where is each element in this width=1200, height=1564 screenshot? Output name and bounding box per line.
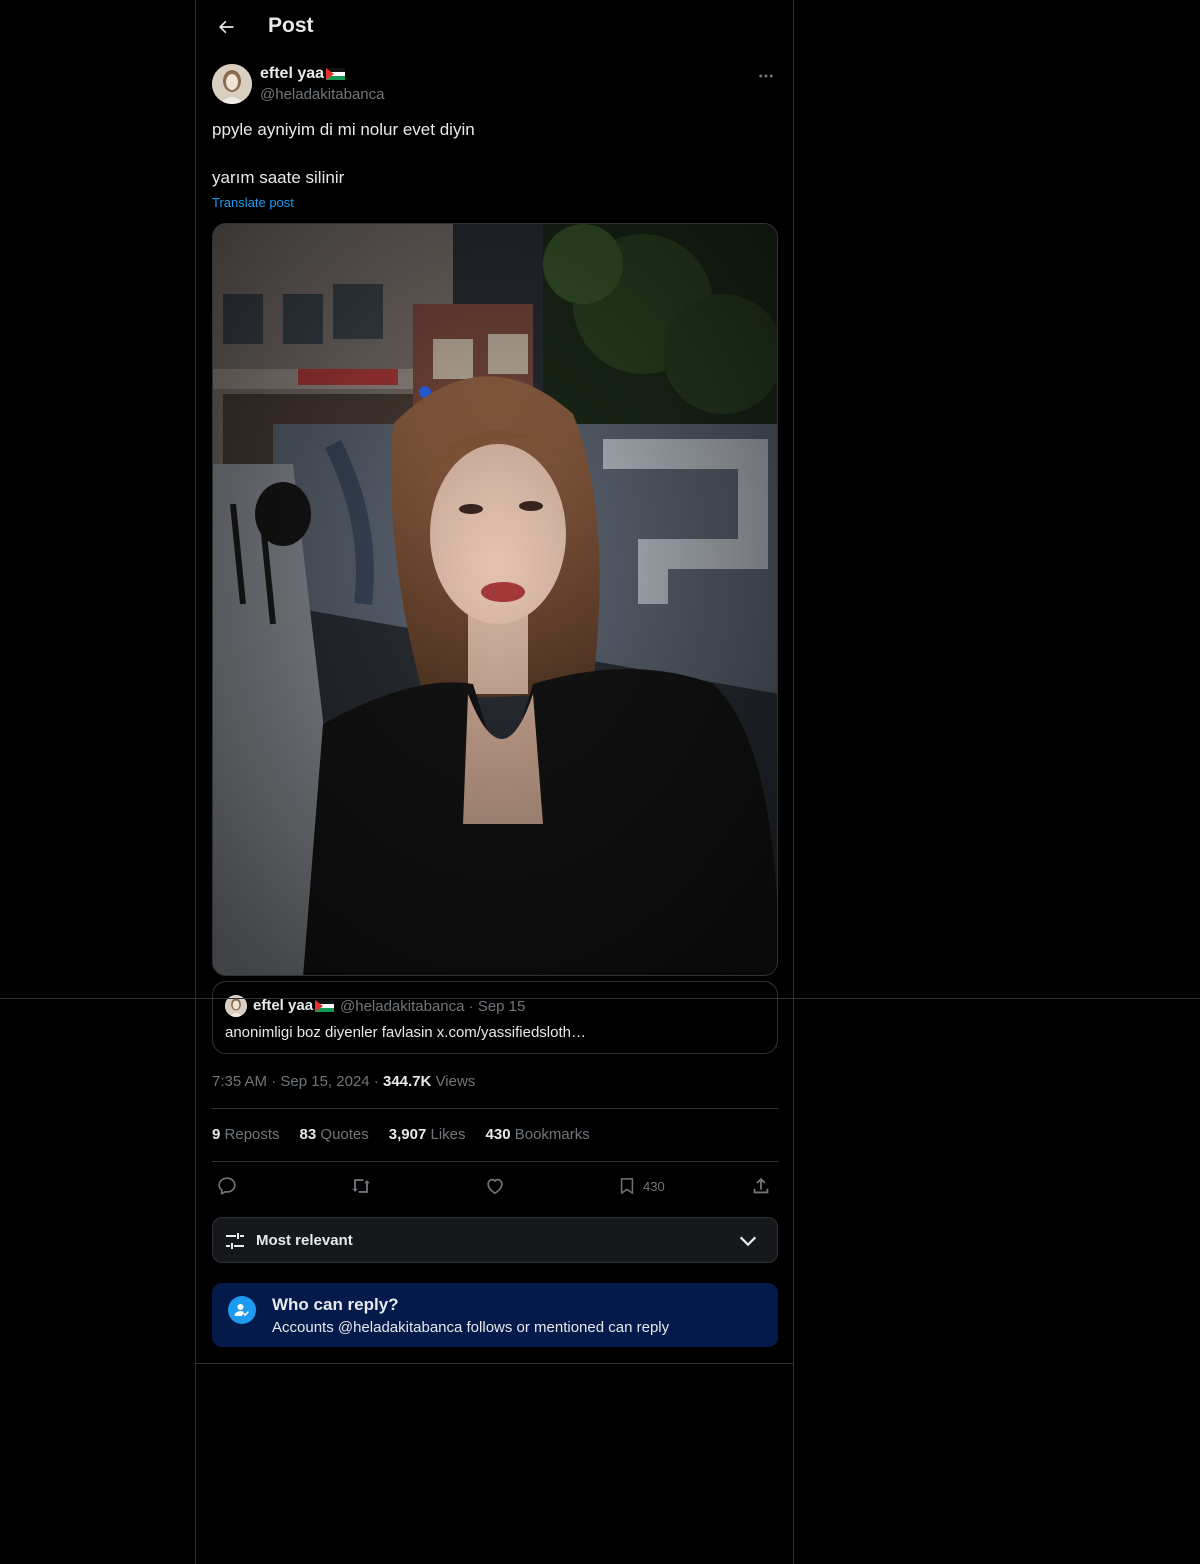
post-header: Post bbox=[196, 0, 793, 54]
post-text-line: yarım saate silinir bbox=[212, 168, 345, 187]
engagement-stats: 9 Reposts 83 Quotes 3,907 Likes 430 Book… bbox=[212, 1126, 590, 1143]
bookmark-icon bbox=[620, 1178, 634, 1194]
quoted-avatar bbox=[225, 995, 247, 1017]
who-can-reply-notice: Who can reply? Accounts @heladakitabanca… bbox=[212, 1283, 778, 1347]
bookmark-button[interactable]: 430 bbox=[617, 1172, 665, 1200]
sort-label: Most relevant bbox=[256, 1232, 353, 1249]
post-text-line: ppyle ayniyim di mi nolur evet diyin bbox=[212, 120, 475, 139]
share-button[interactable] bbox=[750, 1172, 772, 1200]
post-time[interactable]: 7:35 AM bbox=[212, 1073, 267, 1090]
likes-label: Likes bbox=[430, 1126, 466, 1143]
divider bbox=[196, 1363, 793, 1364]
likes-stat[interactable]: 3,907 Likes bbox=[389, 1126, 466, 1143]
likes-count: 3,907 bbox=[388, 1126, 427, 1143]
reply-button[interactable] bbox=[216, 1172, 238, 1200]
meta-separator: · bbox=[271, 1073, 281, 1090]
reposts-stat[interactable]: 9 Reposts bbox=[212, 1126, 280, 1143]
quoted-handle-date: @heladakitabanca · Sep 15 bbox=[340, 998, 526, 1015]
avatar[interactable] bbox=[212, 64, 252, 104]
arrow-left-icon bbox=[219, 20, 234, 34]
palestine-flag-icon bbox=[315, 999, 335, 1012]
sliders-icon bbox=[226, 1233, 244, 1249]
palestine-flag-icon bbox=[326, 68, 346, 80]
bookmark-count: 430 bbox=[643, 1178, 665, 1194]
post-author: eftel yaa @heladakitabanca bbox=[212, 64, 778, 108]
user-check-icon bbox=[228, 1296, 256, 1324]
like-button[interactable] bbox=[484, 1172, 506, 1200]
quoted-post[interactable]: eftel yaa @heladakitabanca · Sep 15 anon… bbox=[212, 981, 778, 1054]
selfie-photo bbox=[213, 224, 777, 975]
quoted-text: anonimligi boz diyenler favlasin x.com/y… bbox=[225, 1024, 586, 1041]
author-handle[interactable]: @heladakitabanca bbox=[260, 86, 384, 103]
reply-sort-dropdown[interactable]: Most relevant bbox=[212, 1217, 778, 1263]
bookmarks-label: Bookmarks bbox=[514, 1126, 590, 1143]
quotes-stat[interactable]: 83 Quotes bbox=[300, 1126, 369, 1143]
repost-icon bbox=[352, 1179, 370, 1193]
quoted-display-name: eftel yaa bbox=[253, 997, 335, 1014]
bookmarks-stat[interactable]: 430 Bookmarks bbox=[486, 1126, 590, 1143]
divider bbox=[212, 1161, 778, 1162]
who-can-reply-subtitle: Accounts @heladakitabanca follows or men… bbox=[272, 1319, 670, 1336]
action-bar: 430 bbox=[212, 1172, 778, 1200]
translate-post-link[interactable]: Translate post bbox=[212, 195, 294, 210]
who-can-reply-title: Who can reply? bbox=[272, 1295, 399, 1314]
reposts-label: Reposts bbox=[224, 1126, 280, 1143]
views-count: 344.7K bbox=[382, 1073, 432, 1090]
post-meta: 7:35 AM · Sep 15, 2024 · 344.7K Views bbox=[212, 1073, 475, 1090]
chevron-down-icon bbox=[739, 1236, 757, 1247]
quotes-label: Quotes bbox=[320, 1126, 369, 1143]
back-button[interactable] bbox=[208, 9, 244, 45]
repost-button[interactable] bbox=[349, 1172, 373, 1200]
main-column: Post eftel yaa @heladakitabanca ppyle ay… bbox=[195, 0, 794, 1564]
meta-separator: · bbox=[373, 1073, 383, 1090]
post-photo[interactable] bbox=[212, 223, 778, 976]
heart-icon bbox=[487, 1178, 503, 1195]
reply-icon bbox=[218, 1177, 236, 1195]
reposts-count: 9 bbox=[212, 1126, 221, 1143]
post-date[interactable]: Sep 15, 2024 bbox=[280, 1073, 369, 1090]
bookmarks-count: 430 bbox=[485, 1126, 511, 1143]
more-options-button[interactable] bbox=[754, 64, 778, 88]
display-name[interactable]: eftel yaa bbox=[260, 65, 346, 83]
share-icon bbox=[753, 1177, 769, 1194]
more-horizontal-icon bbox=[759, 74, 773, 78]
page-title: Post bbox=[268, 14, 314, 37]
quoted-display-name-text: eftel yaa bbox=[253, 997, 314, 1014]
views-label: Views bbox=[435, 1073, 476, 1090]
display-name-text: eftel yaa bbox=[260, 65, 325, 82]
divider bbox=[212, 1108, 778, 1109]
quotes-count: 83 bbox=[299, 1126, 317, 1143]
